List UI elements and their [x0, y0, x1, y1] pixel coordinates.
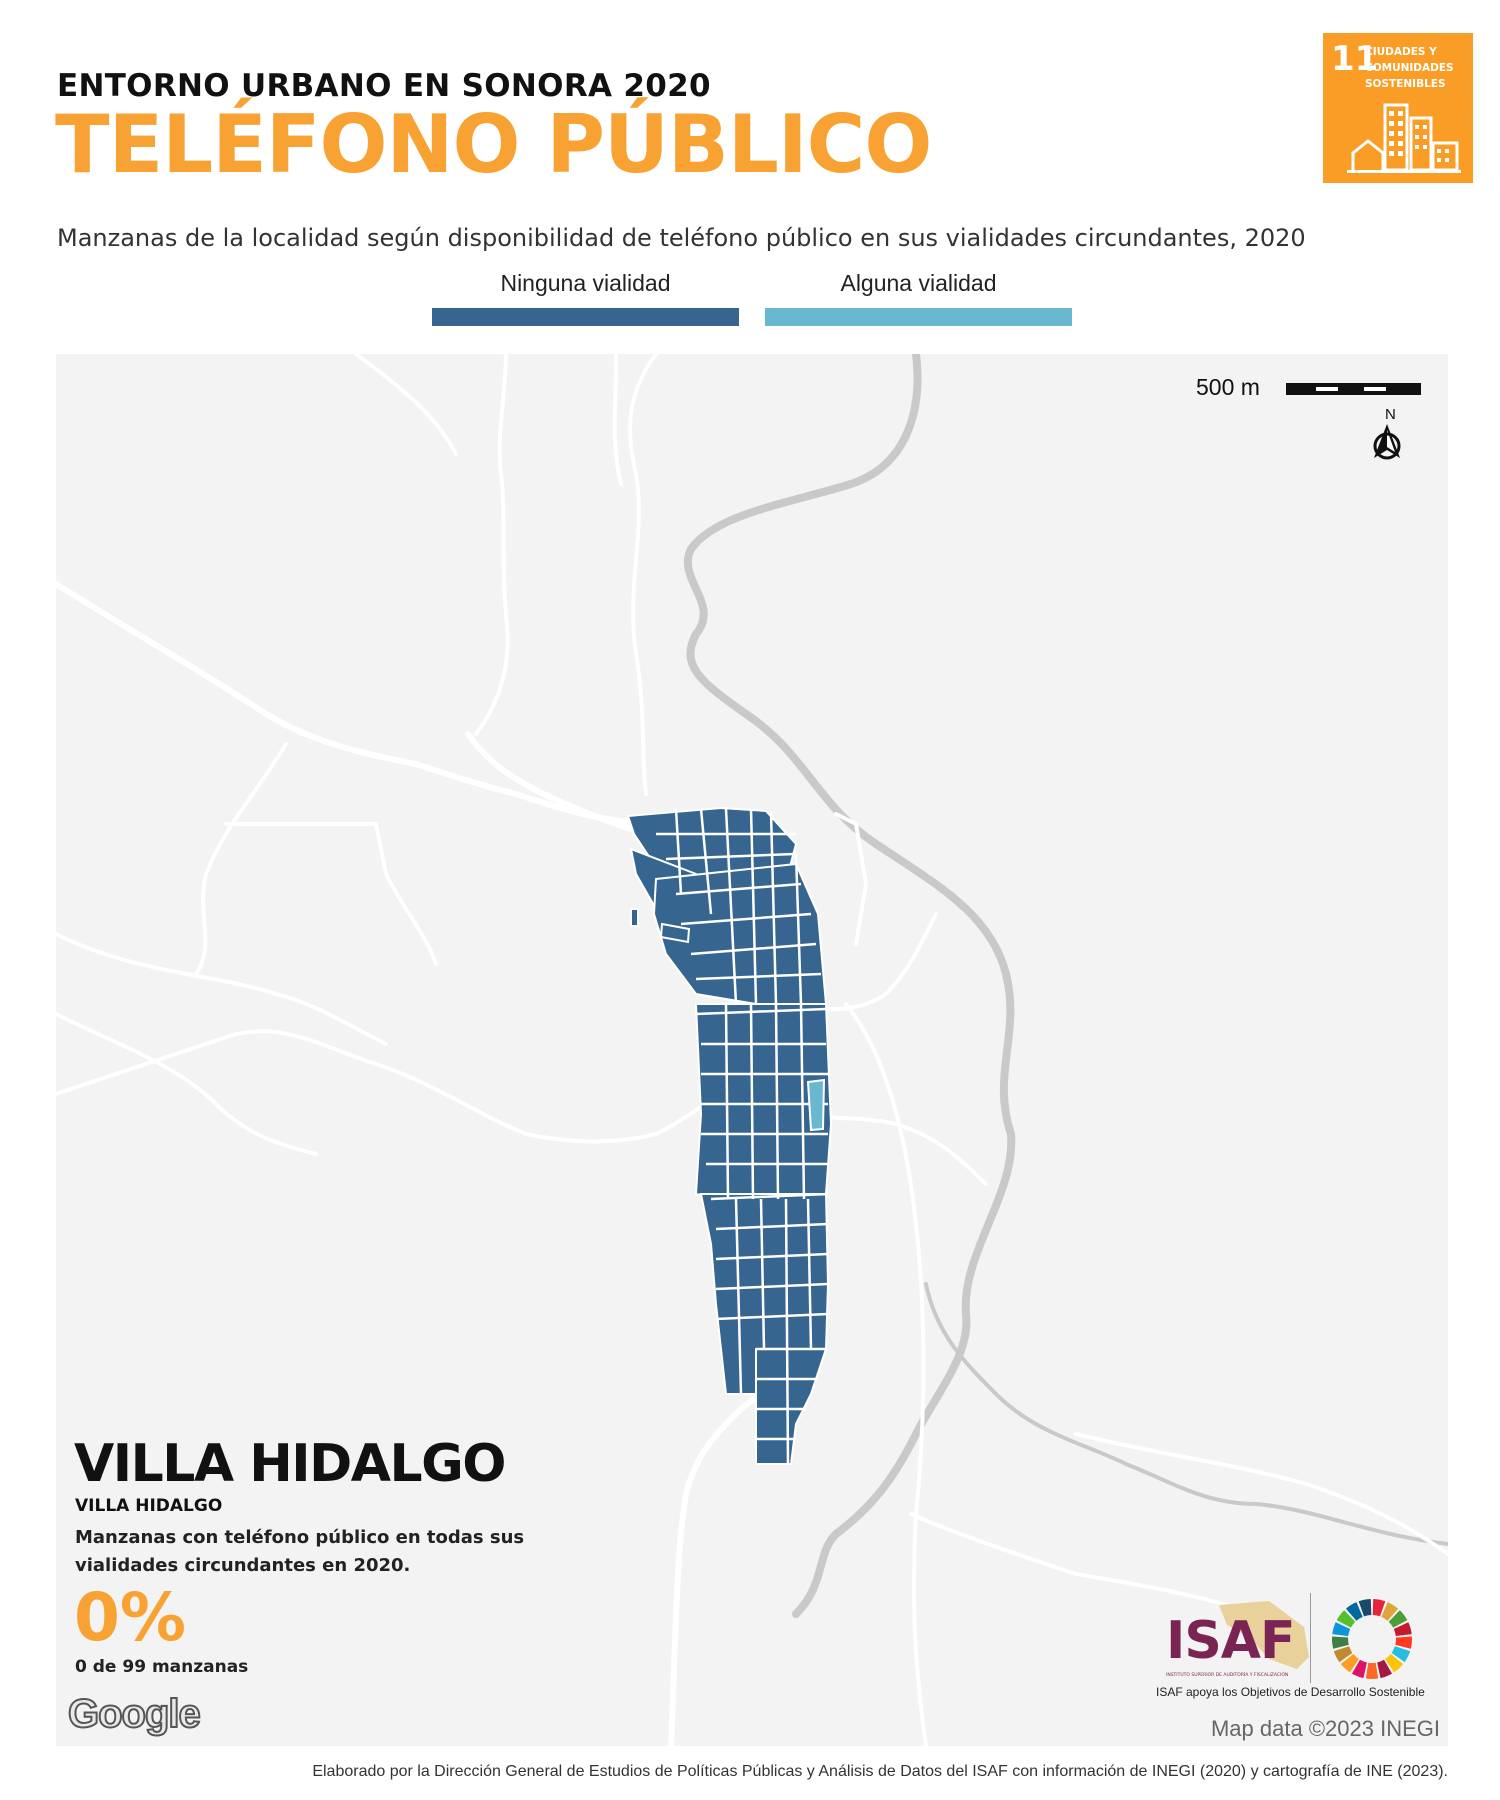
- isaf-caption: ISAF apoya los Objetivos de Desarrollo S…: [1156, 1685, 1425, 1699]
- locality-name: VILLA HIDALGO: [74, 1434, 507, 1494]
- road: [56, 932, 388, 1046]
- road: [224, 822, 388, 876]
- road: [628, 354, 658, 796]
- sdg-wheel-icon: [1332, 1599, 1412, 1679]
- logo-separator: [1310, 1593, 1311, 1683]
- road: [56, 1029, 748, 1144]
- road: [844, 1002, 928, 1746]
- north-arrow-icon: N: [1373, 406, 1401, 460]
- road: [194, 742, 288, 976]
- legend-label-alguna: Alguna vialidad: [840, 270, 997, 296]
- road: [612, 354, 623, 486]
- map[interactable]: 500 m N VILLA HIDALGO VILLA HIDALGO Manz…: [56, 354, 1448, 1746]
- legend-swatch-ninguna: [432, 308, 739, 326]
- town-blocks: [626, 806, 833, 1465]
- scale-label: 500 m: [1196, 374, 1260, 400]
- google-logo: Google: [67, 1691, 202, 1737]
- scale-bar-segment: [1316, 387, 1338, 391]
- locality-subname: VILLA HIDALGO: [75, 1496, 223, 1516]
- block-alguna-vialidad: [806, 1078, 826, 1132]
- sdg-wheel-segment: [1365, 1662, 1379, 1679]
- block-group-tail: [755, 1348, 828, 1465]
- road: [56, 1012, 318, 1156]
- legend-label-ninguna: Ninguna vialidad: [500, 270, 671, 296]
- road: [384, 872, 438, 966]
- road: [354, 354, 458, 456]
- road: [56, 581, 769, 827]
- locality-percentage: 0%: [74, 1579, 187, 1656]
- page-title: TELÉFONO PÚBLICO: [55, 98, 932, 191]
- locality-count: 0 de 99 manzanas: [75, 1657, 249, 1677]
- isaf-fullname: INSTITUTO SUPERIOR DE AUDITORÍA Y FISCAL…: [1166, 1673, 1289, 1678]
- sdg-wheel-segment: [1395, 1636, 1412, 1649]
- map-attribution: Map data ©2023 INEGI: [1210, 1716, 1440, 1741]
- river-branch: [924, 1282, 1448, 1546]
- logos-block: ISAF INSTITUTO SUPERIOR DE AUDITORÍA Y F…: [1154, 1591, 1444, 1701]
- block-small: [630, 908, 639, 927]
- footer-credit: Elaborado por la Dirección General de Es…: [312, 1763, 1448, 1780]
- scale-bar: [1286, 383, 1421, 395]
- sdg-11-badge: 11 CIUDADES Y COMUNIDADES SOSTENIBLES: [1323, 33, 1473, 183]
- city-buildings-icon: [1347, 103, 1461, 173]
- scale-bar-segment: [1364, 387, 1386, 391]
- road: [474, 354, 510, 736]
- isaf-logo: ISAF: [1166, 1611, 1296, 1671]
- locality-description: Manzanas con teléfono público en todas s…: [75, 1527, 525, 1576]
- sdg-wheel-segment: [1332, 1636, 1349, 1649]
- legend-swatch-alguna: [765, 308, 1072, 326]
- north-label: N: [1385, 406, 1396, 423]
- page-subtitle: Manzanas de la localidad según disponibi…: [57, 224, 1306, 252]
